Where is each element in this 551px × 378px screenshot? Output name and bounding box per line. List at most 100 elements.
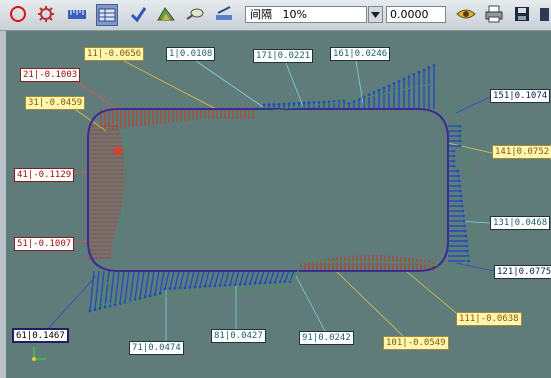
pos-arrow-head <box>417 70 421 74</box>
pos-arrow-head <box>233 283 237 287</box>
measure-label-41: 41|-0.1129 <box>14 168 75 182</box>
pos-arrow <box>269 270 275 283</box>
measurement-canvas[interactable]: 11|-0.0656 1|0.0108 171|0.0221 161|0.024… <box>6 31 551 378</box>
pos-arrow-head <box>462 219 466 223</box>
leader-line <box>455 96 491 114</box>
save-icon[interactable] <box>512 4 532 24</box>
measure-label-171: 171|0.0221 <box>253 49 314 63</box>
pos-arrow-head <box>163 287 167 291</box>
pos-arrow-head <box>302 101 306 105</box>
pos-arrow-head <box>223 283 227 287</box>
pos-arrow-head <box>452 164 456 168</box>
leader-line <box>295 275 327 334</box>
value-field[interactable]: 0.0000 <box>386 6 446 23</box>
pos-arrow <box>159 270 165 294</box>
zoom-icon[interactable] <box>185 4 205 24</box>
pos-arrow <box>244 270 250 285</box>
pos-arrow-head <box>467 259 471 263</box>
pos-arrow <box>264 270 270 284</box>
pos-arrow-head <box>412 73 416 76</box>
eye-icon[interactable] <box>456 4 476 24</box>
interval-dropdown-button[interactable] <box>368 6 383 23</box>
pos-arrow-head <box>282 102 286 106</box>
pos-arrow-head <box>352 100 356 103</box>
measure-label-61: 61|0.1467 <box>12 328 69 343</box>
pos-arrow <box>124 270 130 303</box>
pos-arrow-head <box>465 244 469 248</box>
pos-arrow-head <box>178 286 182 290</box>
measure-label-51: 51|-0.1007 <box>14 237 75 251</box>
pos-arrow <box>164 270 170 289</box>
pos-arrow-head <box>367 93 371 97</box>
edit-icon[interactable] <box>214 4 234 24</box>
pos-arrow <box>174 270 180 289</box>
pos-arrow-head <box>88 309 92 313</box>
pos-arrow-head <box>263 281 267 285</box>
pos-arrow <box>184 270 190 288</box>
table-icon[interactable] <box>96 4 118 26</box>
pos-arrow-head <box>258 281 262 285</box>
pos-arrow-head <box>213 284 217 288</box>
measure-label-121: 121|0.0775 <box>494 265 551 279</box>
pos-arrow <box>99 270 105 309</box>
measure-label-101: 101|-0.0549 <box>383 336 449 350</box>
leader-line <box>335 270 407 340</box>
pos-arrow-head <box>208 284 212 288</box>
pos-arrow-head <box>287 102 291 106</box>
pos-arrow <box>279 270 285 283</box>
leader-line <box>123 60 217 110</box>
exit-icon[interactable] <box>538 4 551 24</box>
pos-arrow-head <box>452 159 456 163</box>
pos-arrow-head <box>458 184 462 188</box>
pos-arrow-head <box>456 169 460 173</box>
pos-arrow-head <box>277 102 281 106</box>
print-icon[interactable] <box>484 4 504 24</box>
leader-line <box>405 270 462 318</box>
pos-arrow <box>189 270 195 288</box>
pos-arrow <box>199 270 205 287</box>
pos-arrow-head <box>458 144 462 148</box>
pos-arrow-head <box>158 292 162 295</box>
gear-icon[interactable] <box>36 4 56 24</box>
pos-arrow-head <box>458 129 462 133</box>
pos-arrow-head <box>228 283 232 287</box>
ruler-icon[interactable] <box>67 4 87 24</box>
pos-arrow-head <box>462 214 465 218</box>
measure-label-81: 81|0.0427 <box>211 329 266 343</box>
pos-arrow <box>259 270 265 284</box>
pos-arrow-head <box>108 304 112 308</box>
pos-arrow-head <box>461 209 465 213</box>
pos-arrow-head <box>466 249 469 253</box>
measure-label-151: 151|0.1074 <box>490 89 551 103</box>
pos-arrow-head <box>278 280 282 284</box>
pos-arrow <box>194 270 200 288</box>
pos-arrow <box>144 270 150 298</box>
check-icon[interactable] <box>128 4 148 24</box>
pos-arrow-head <box>248 282 252 286</box>
leader-line <box>355 60 365 110</box>
pos-arrow-head <box>322 100 326 104</box>
pos-arrow-head <box>459 189 462 193</box>
profile-icon[interactable] <box>156 4 176 24</box>
leader-line <box>45 275 97 332</box>
pos-arrow-head <box>183 286 187 290</box>
pos-arrow-head <box>193 285 197 289</box>
measure-label-111: 111|-0.0638 <box>456 312 522 326</box>
measure-label-1: 1|0.0108 <box>166 47 216 61</box>
pos-arrow-head <box>297 101 301 105</box>
pos-arrow-head <box>387 84 391 88</box>
interval-field[interactable]: 间隔 10% <box>245 6 367 23</box>
axis-marker <box>32 347 46 361</box>
pos-arrow <box>249 270 255 284</box>
pos-arrow-head <box>267 103 271 107</box>
pos-arrow-head <box>407 75 411 79</box>
pos-arrow-head <box>272 103 276 106</box>
circle-icon[interactable] <box>8 4 28 24</box>
measure-label-31: 31|-0.0459 <box>25 96 86 110</box>
pos-arrow-head <box>465 239 468 243</box>
pos-arrow-head <box>173 286 177 290</box>
pos-arrow <box>114 270 120 305</box>
pos-arrow-head <box>312 101 316 104</box>
pos-arrow-head <box>148 294 152 298</box>
pos-arrow-head <box>397 79 401 83</box>
